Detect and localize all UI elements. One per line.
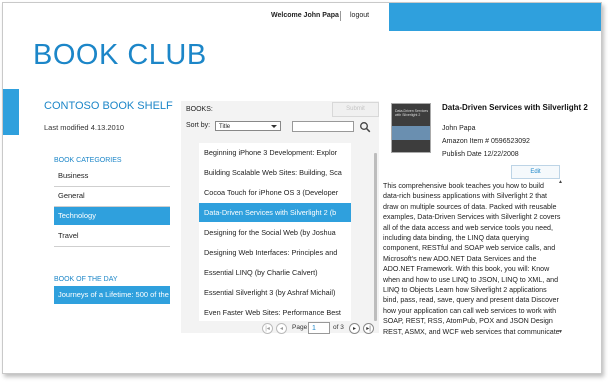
submit-button[interactable]: Submit (332, 102, 379, 117)
last-modified: Last modified 4.13.2010 (44, 123, 125, 132)
sort-label: Sort by: (186, 122, 211, 129)
search-icon[interactable] (359, 121, 371, 133)
category-item-business[interactable]: Business (54, 167, 170, 185)
book-cover-image: Data-Driven Services with Silverlight 2 (391, 103, 431, 153)
search-input[interactable] (292, 121, 354, 132)
category-item-technology[interactable]: Technology (54, 207, 170, 225)
cover-band (392, 126, 430, 140)
side-accent-bar (3, 89, 19, 135)
prev-page-button[interactable]: ◂ (276, 323, 287, 334)
page-number-input[interactable]: 1 (308, 322, 330, 334)
app-title: BOOK CLUB (33, 39, 207, 71)
list-item[interactable]: Building Scalable Web Sites: Building, S… (199, 163, 351, 182)
list-item-selected[interactable]: Data-Driven Services with Silverlight 2 … (199, 203, 351, 222)
divider (54, 246, 170, 247)
book-title: Data-Driven Services with Silverlight 2 (442, 103, 588, 112)
last-page-button[interactable]: ▸| (363, 323, 374, 334)
header-separator (340, 11, 341, 21)
categories-heading: BOOK CATEGORIES (54, 157, 122, 164)
page-count: of 3 (333, 324, 344, 331)
first-page-button[interactable]: |◂ (262, 323, 273, 334)
list-item[interactable]: Cocoa Touch for iPhone OS 3 (Developer (199, 183, 351, 202)
next-page-button[interactable]: ▸ (349, 323, 360, 334)
scroll-down-icon[interactable]: ▼ (558, 329, 563, 335)
page-label: Page (292, 324, 308, 331)
chevron-down-icon (271, 125, 277, 128)
list-item[interactable]: Beginning iPhone 3 Development: Explor (199, 143, 351, 162)
book-author: John Papa (442, 125, 476, 132)
edit-button[interactable]: Edit (511, 165, 560, 179)
scroll-up-icon[interactable]: ▲ (558, 179, 563, 185)
list-item[interactable]: Designing Web Interfaces: Principles and (199, 243, 351, 262)
header-accent-bar (389, 3, 601, 31)
book-of-day-heading: BOOK OF THE DAY (54, 276, 118, 283)
book-list: Beginning iPhone 3 Development: Explor B… (199, 143, 351, 321)
list-item[interactable]: Even Faster Web Sites: Performance Best (199, 303, 351, 321)
app-window: Welcome John Papa logout BOOK CLUB CONTO… (2, 2, 602, 374)
cover-text: Data-Driven Services with Silverlight 2 (395, 109, 429, 117)
welcome-text: Welcome John Papa (271, 12, 339, 19)
logout-link[interactable]: logout (350, 12, 369, 19)
list-item[interactable]: Essential Silverlight 3 (by Ashraf Micha… (199, 283, 351, 302)
shelf-title: CONTOSO BOOK SHELF (44, 100, 173, 112)
list-item[interactable]: Designing for the Social Web (by Joshua (199, 223, 351, 242)
amazon-item: Amazon Item # 0596523092 (442, 138, 530, 145)
book-list-scrollbar[interactable] (374, 153, 377, 321)
sort-select-value: Title (219, 124, 231, 130)
category-item-general[interactable]: General (54, 187, 170, 205)
book-of-day-item[interactable]: Journeys of a Lifetime: 500 of the (54, 286, 170, 304)
books-heading: BOOKS: (186, 106, 213, 113)
sort-select[interactable]: Title (215, 121, 281, 131)
book-description: This comprehensive book teaches you how … (383, 182, 561, 336)
publish-date: Publish Date 12/22/2008 (442, 151, 519, 158)
list-item[interactable]: Essential LINQ (by Charlie Calvert) (199, 263, 351, 282)
category-item-travel[interactable]: Travel (54, 227, 170, 245)
